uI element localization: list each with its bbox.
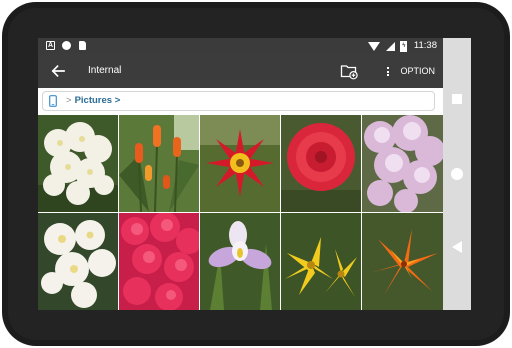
breadcrumb-trailing-separator: > bbox=[114, 95, 121, 106]
text-app-notification-icon: A bbox=[46, 41, 55, 50]
photo-thumbnail-pink-azalea-bush[interactable] bbox=[119, 213, 199, 310]
photo-thumbnail-pink-rhododendron[interactable] bbox=[362, 115, 443, 212]
photo-grid bbox=[38, 115, 443, 310]
home-icon[interactable] bbox=[451, 168, 463, 180]
status-time: 11:38 bbox=[413, 40, 437, 51]
sd-card-icon bbox=[78, 41, 86, 50]
breadcrumb-path: > Pictures > bbox=[66, 95, 120, 107]
arrow-back-icon bbox=[51, 64, 65, 78]
photo-thumbnail-yellow-lilies[interactable] bbox=[281, 213, 361, 310]
photo-thumbnail-orange-lily[interactable] bbox=[362, 213, 443, 310]
breadcrumb-separator: > bbox=[66, 95, 72, 106]
back-icon[interactable] bbox=[452, 241, 462, 253]
breadcrumb-bar: > Pictures > bbox=[38, 88, 443, 115]
status-bar: A ϟ 11:38 bbox=[38, 38, 443, 54]
option-menu-button[interactable]: OPTION bbox=[386, 63, 435, 79]
battery-charging-icon: ϟ bbox=[400, 40, 408, 52]
toolbar-title: Internal bbox=[88, 65, 122, 76]
option-label: OPTION bbox=[400, 66, 435, 76]
cell-signal-icon bbox=[385, 41, 395, 51]
photo-thumbnail-cream-azaleas[interactable] bbox=[38, 213, 118, 310]
navigation-bar bbox=[443, 38, 471, 310]
system-status: ϟ 11:38 bbox=[368, 40, 437, 52]
breadcrumb-item-pictures[interactable]: Pictures > bbox=[75, 95, 121, 106]
breadcrumb: > Pictures > bbox=[42, 91, 435, 111]
photo-thumbnail-red-star-flower[interactable] bbox=[200, 115, 280, 212]
photo-thumbnail-purple-iris[interactable] bbox=[200, 213, 280, 310]
recent-apps-icon[interactable] bbox=[452, 94, 462, 104]
back-button[interactable] bbox=[50, 63, 66, 79]
photo-thumbnail-red-hot-poker[interactable] bbox=[119, 115, 199, 212]
notification-icons: A bbox=[46, 41, 89, 52]
circle-app-notification-icon bbox=[62, 41, 72, 50]
photo-thumbnail-white-azaleas[interactable] bbox=[38, 115, 118, 212]
phone-icon[interactable] bbox=[49, 95, 57, 107]
new-folder-button[interactable] bbox=[340, 62, 358, 80]
wifi-icon bbox=[368, 41, 380, 51]
new-folder-icon bbox=[340, 65, 358, 80]
breadcrumb-item-label: Pictures bbox=[74, 95, 113, 106]
app-screen: A ϟ 11:38 Internal OPTION > Pictures > bbox=[38, 38, 443, 310]
app-toolbar: Internal OPTION bbox=[38, 54, 443, 88]
photo-thumbnail-red-dahlia[interactable] bbox=[281, 115, 361, 212]
more-vert-icon bbox=[386, 66, 390, 78]
